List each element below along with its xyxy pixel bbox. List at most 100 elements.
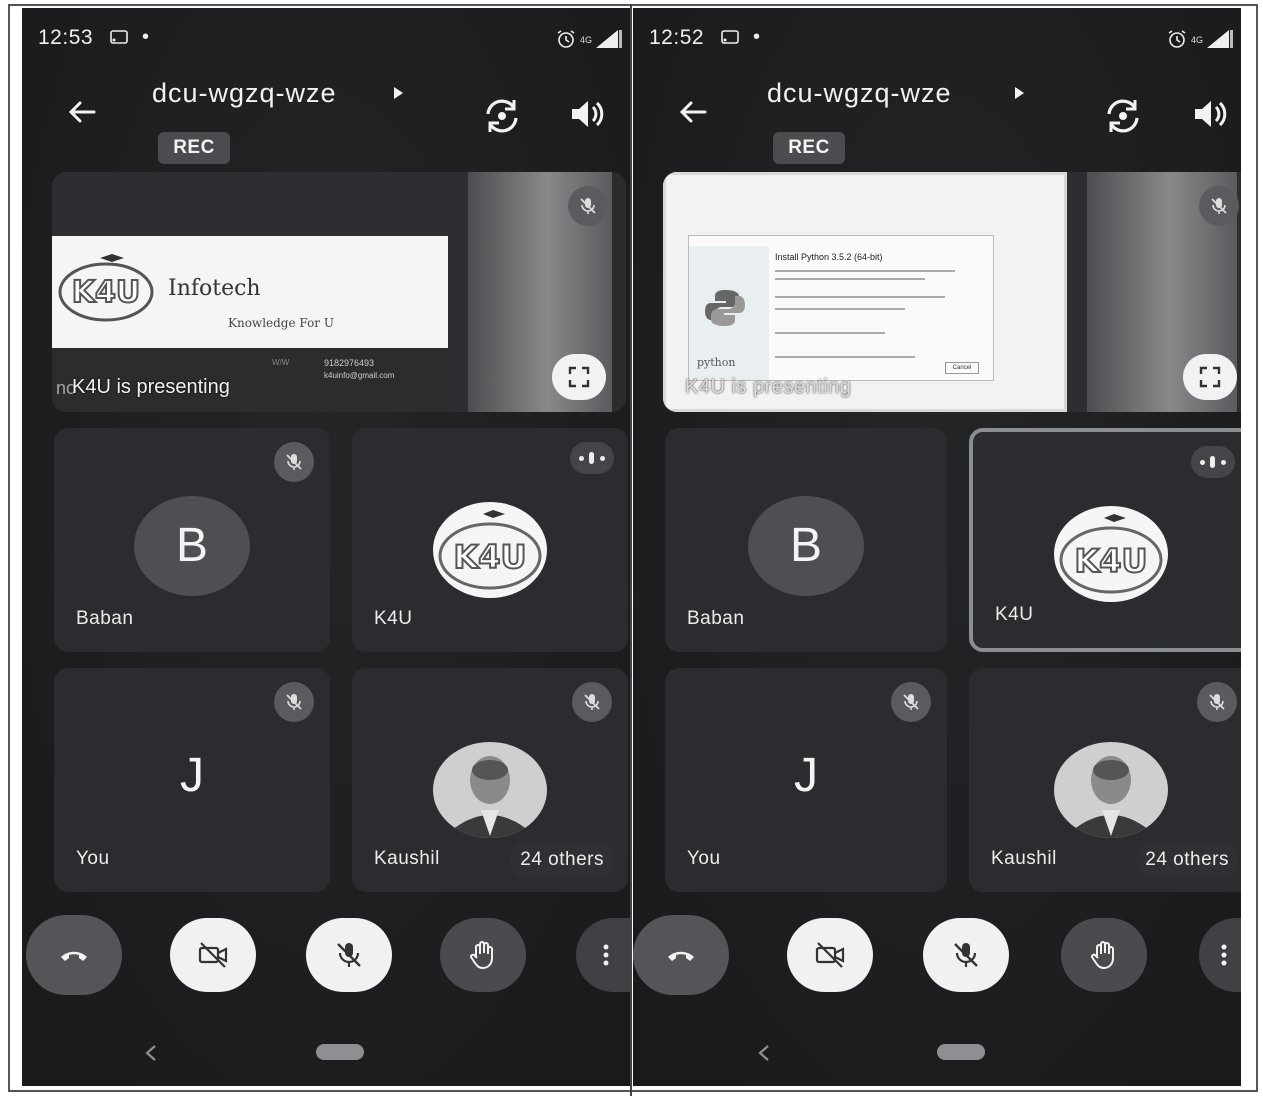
slide-email: k4uinfo@gmail.com bbox=[324, 371, 395, 380]
more-vert-icon bbox=[1221, 944, 1227, 966]
fullscreen-button[interactable] bbox=[552, 354, 606, 400]
status-time: 12:53 bbox=[38, 26, 94, 49]
raise-hand-button[interactable] bbox=[440, 918, 526, 992]
participant-tile-kaushil[interactable]: Kaushil 24 others bbox=[969, 668, 1241, 892]
more-vert-icon bbox=[603, 944, 609, 966]
hang-up-button[interactable] bbox=[26, 915, 122, 995]
installer-option-line bbox=[775, 332, 885, 334]
installer-text-line bbox=[775, 270, 955, 272]
participant-name: You bbox=[687, 848, 721, 869]
mute-badge bbox=[1197, 682, 1237, 722]
nav-back-icon[interactable] bbox=[757, 1044, 771, 1062]
speaker-icon[interactable] bbox=[1189, 94, 1229, 134]
avatar: B bbox=[134, 496, 250, 596]
nav-home-pill[interactable] bbox=[316, 1044, 364, 1060]
mic-off-icon bbox=[954, 943, 978, 967]
presenting-label: K4U is presenting bbox=[685, 376, 852, 398]
mic-off-icon bbox=[337, 943, 361, 967]
camera-off-icon bbox=[815, 942, 845, 968]
hang-up-icon bbox=[668, 951, 694, 961]
participant-name: Kaushil bbox=[991, 848, 1057, 869]
camera-toggle-button[interactable] bbox=[170, 918, 256, 992]
participant-name: Kaushil bbox=[374, 848, 440, 869]
participant-tile-k4u[interactable]: K4U K4U bbox=[352, 428, 628, 652]
nav-home-pill[interactable] bbox=[937, 1044, 985, 1060]
fullscreen-button[interactable] bbox=[1183, 354, 1237, 400]
cast-icon bbox=[110, 30, 128, 44]
others-count-chip[interactable]: 24 others bbox=[1135, 842, 1239, 878]
flip-camera-icon[interactable] bbox=[1101, 94, 1145, 138]
participant-name: K4U bbox=[995, 604, 1034, 625]
hang-up-icon bbox=[61, 951, 87, 961]
participant-tile-kaushil[interactable]: Kaushil 24 others bbox=[352, 668, 628, 892]
meeting-info-arrow-icon[interactable] bbox=[1013, 86, 1025, 100]
meeting-info-arrow-icon[interactable] bbox=[392, 86, 404, 100]
screenshot-divider bbox=[630, 4, 632, 1096]
mic-off-icon bbox=[286, 454, 302, 470]
camera-toggle-button[interactable] bbox=[787, 918, 873, 992]
signal-icon bbox=[596, 30, 622, 48]
raise-hand-icon bbox=[1091, 941, 1114, 969]
mic-off-icon bbox=[286, 694, 302, 710]
participant-name: Baban bbox=[687, 608, 745, 629]
phone-screen-left: 12:53 • 4G dcu-wgzq-wze REC K4U Infotech… bbox=[22, 8, 630, 1086]
presenter-mute-badge bbox=[568, 186, 608, 226]
flip-camera-icon[interactable] bbox=[480, 94, 524, 138]
installer-sidebar: python bbox=[689, 246, 769, 380]
hang-up-button[interactable] bbox=[633, 915, 729, 995]
installer-text-line bbox=[775, 278, 925, 280]
presenter-mute-badge bbox=[1199, 186, 1239, 226]
k4u-avatar-logo: K4U bbox=[1054, 506, 1168, 602]
avatar-logo-text: K4U bbox=[453, 538, 526, 576]
k4u-slide: K4U Infotech Knowledge For U bbox=[52, 236, 448, 348]
mute-badge bbox=[274, 442, 314, 482]
meeting-code[interactable]: dcu-wgzq-wze bbox=[22, 78, 630, 109]
participant-tile-baban[interactable]: B Baban bbox=[665, 428, 947, 652]
slide-tagline: Knowledge For U bbox=[228, 316, 334, 330]
status-bar: 12:53 • 4G bbox=[22, 18, 630, 54]
participant-name: Baban bbox=[76, 608, 134, 629]
mic-toggle-button[interactable] bbox=[306, 918, 392, 992]
alarm-icon bbox=[1168, 30, 1186, 48]
alarm-icon bbox=[557, 30, 575, 48]
participant-tile-baban[interactable]: B Baban bbox=[54, 428, 330, 652]
mic-off-icon bbox=[903, 694, 919, 710]
participant-photo bbox=[1054, 742, 1168, 838]
speaking-indicator-icon bbox=[1191, 446, 1235, 478]
presentation-tile[interactable]: K4U Infotech Knowledge For U W/W 9182976… bbox=[52, 172, 626, 412]
raise-hand-button[interactable] bbox=[1061, 918, 1147, 992]
python-label: python bbox=[697, 356, 736, 369]
network-type: 4G bbox=[1190, 35, 1203, 45]
python-logo-icon bbox=[705, 290, 745, 326]
fullscreen-icon bbox=[1199, 366, 1221, 388]
speaker-icon[interactable] bbox=[566, 94, 606, 134]
others-count-chip[interactable]: 24 others bbox=[510, 842, 614, 878]
participant-name: You bbox=[76, 848, 110, 869]
installer-title: Install Python 3.5.2 (64-bit) bbox=[775, 252, 883, 262]
participant-tile-you[interactable]: J You bbox=[54, 668, 330, 892]
mic-toggle-button[interactable] bbox=[923, 918, 1009, 992]
installer-checkbox-line bbox=[775, 356, 915, 358]
more-options-button[interactable] bbox=[576, 918, 630, 992]
mute-badge bbox=[572, 682, 612, 722]
mic-off-icon bbox=[1211, 198, 1227, 214]
more-options-button[interactable] bbox=[1199, 918, 1241, 992]
avatar: J bbox=[180, 749, 204, 802]
avatar-logo-text: K4U bbox=[1074, 542, 1147, 580]
installer-dialog: python Install Python 3.5.2 (64-bit) Can… bbox=[688, 235, 994, 381]
slide-company-name: Infotech bbox=[168, 276, 261, 301]
meeting-code[interactable]: dcu-wgzq-wze bbox=[633, 78, 1241, 109]
status-bar: 12:52 • 4G bbox=[633, 18, 1241, 54]
installer-option-line bbox=[775, 296, 945, 298]
camera-off-icon bbox=[198, 942, 228, 968]
participant-tile-k4u-active[interactable]: K4U K4U bbox=[969, 428, 1241, 652]
mic-off-icon bbox=[584, 694, 600, 710]
recording-badge: REC bbox=[158, 132, 230, 164]
mute-badge bbox=[891, 682, 931, 722]
status-dot: • bbox=[142, 26, 150, 48]
nav-back-icon[interactable] bbox=[144, 1044, 158, 1062]
participant-tile-you[interactable]: J You bbox=[665, 668, 947, 892]
slide-logo-text: K4U bbox=[72, 275, 140, 310]
status-time: 12:52 bbox=[649, 26, 705, 49]
presentation-tile[interactable]: python Install Python 3.5.2 (64-bit) Can… bbox=[663, 172, 1241, 412]
